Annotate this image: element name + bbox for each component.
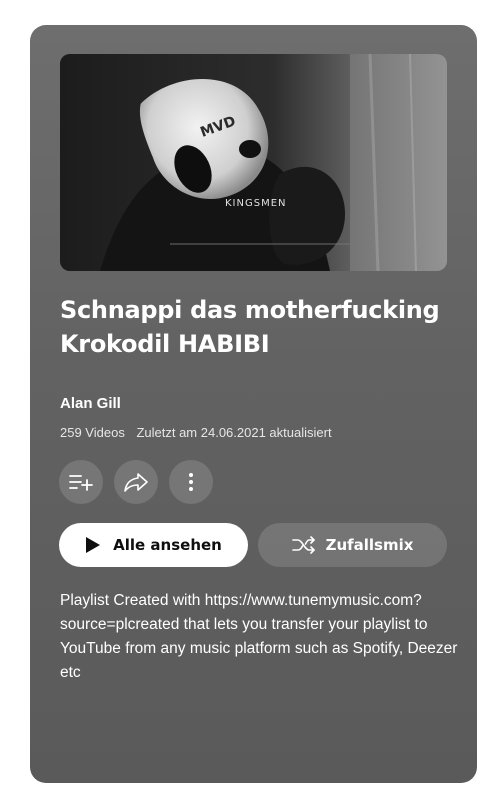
thumbnail-image: MVD KINGSMEN xyxy=(60,54,447,271)
shuffle-label: Zufallsmix xyxy=(325,536,414,554)
more-actions-button[interactable] xyxy=(169,460,213,504)
playlist-title: Schnappi das motherfucking Krokodil HABI… xyxy=(60,296,440,358)
playlist-header-card: MVD KINGSMEN Schnappi das motherfucking … xyxy=(30,25,477,783)
playlist-meta: 259 Videos Zuletzt am 24.06.2021 aktuali… xyxy=(60,425,332,440)
playlist-add-icon xyxy=(69,475,93,491)
share-button[interactable] xyxy=(114,460,158,504)
playlist-thumbnail[interactable]: MVD KINGSMEN xyxy=(60,54,447,271)
playlist-owner[interactable]: Alan Gill xyxy=(60,395,121,412)
last-updated: Zuletzt am 24.06.2021 aktualisiert xyxy=(136,425,332,440)
shuffle-icon xyxy=(291,536,315,554)
shuffle-button[interactable]: Zufallsmix xyxy=(258,523,447,567)
more-vert-icon xyxy=(189,473,193,491)
playlist-description: Playlist Created with https://www.tunemy… xyxy=(60,592,458,681)
video-count: 259 Videos xyxy=(60,425,125,440)
share-icon xyxy=(124,473,148,492)
thumbnail-watermark: KINGSMEN xyxy=(225,198,287,209)
save-to-library-button[interactable] xyxy=(59,460,103,504)
play-all-button[interactable]: Alle ansehen xyxy=(59,523,248,567)
play-icon xyxy=(86,537,101,553)
play-all-label: Alle ansehen xyxy=(113,536,222,554)
